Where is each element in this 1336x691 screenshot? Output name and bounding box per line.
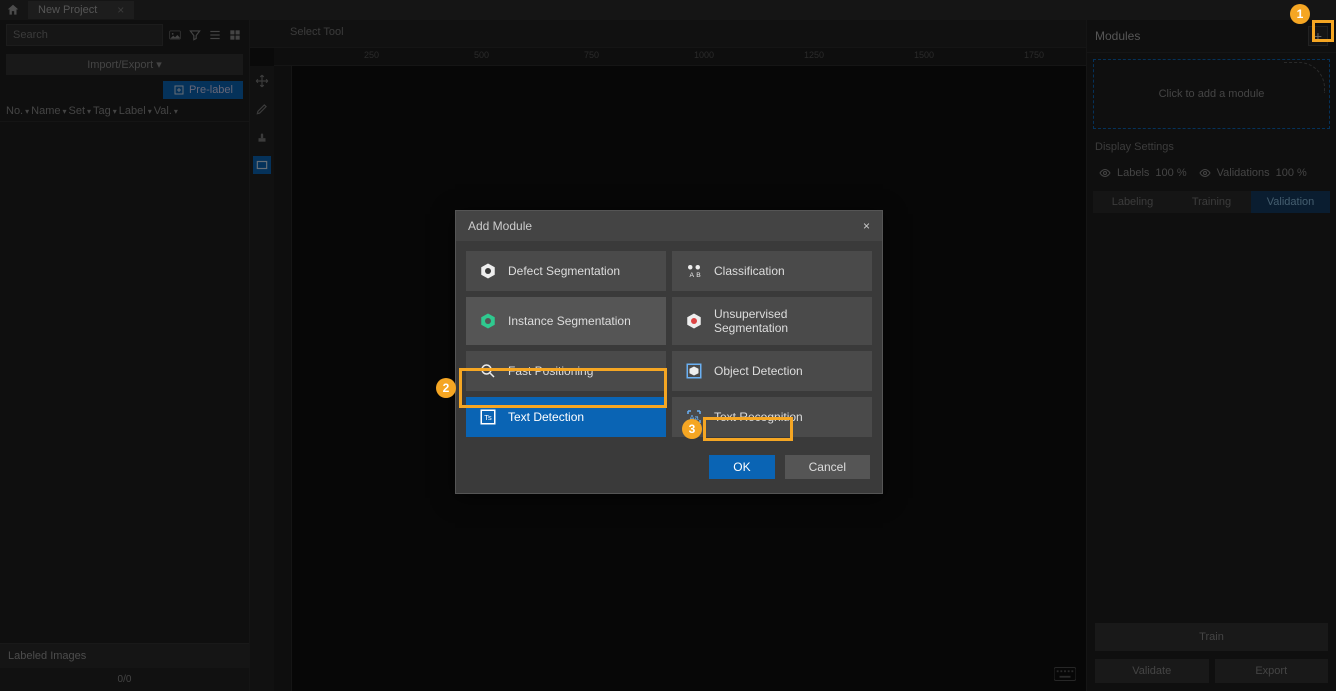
dialog-title: Add Module: [468, 219, 532, 233]
nut-green-icon: [478, 311, 498, 331]
select-tool-label: Select Tool: [250, 20, 1086, 48]
display-settings-label: Display Settings: [1087, 135, 1336, 159]
train-button[interactable]: Train: [1095, 623, 1328, 651]
module-classification[interactable]: AB Classification: [672, 251, 872, 291]
validations-visibility[interactable]: Validations 100 %: [1199, 167, 1307, 179]
module-text-recognition[interactable]: Aa Text Recognition: [672, 397, 872, 437]
eye-icon: [1099, 167, 1111, 179]
module-text-detection[interactable]: Ts Text Detection: [466, 397, 666, 437]
col-set[interactable]: Set▾: [69, 105, 92, 117]
detection-icon: [684, 361, 704, 381]
list-icon[interactable]: [207, 27, 223, 43]
module-object-detection[interactable]: Object Detection: [672, 351, 872, 391]
stamp-tool-icon[interactable]: [253, 128, 271, 146]
tool-strip: [250, 66, 274, 691]
badge-3: 3: [682, 419, 702, 439]
left-panel: Import/Export ▾ Pre-label No.▾ Name▾ Set…: [0, 20, 250, 691]
tab-validation[interactable]: Validation: [1251, 191, 1330, 213]
ruler-vertical: [274, 66, 292, 691]
module-defect-segmentation[interactable]: Defect Segmentation: [466, 251, 666, 291]
close-tab-icon[interactable]: ×: [117, 3, 124, 17]
tab-training[interactable]: Training: [1172, 191, 1251, 213]
tab-labeling[interactable]: Labeling: [1093, 191, 1172, 213]
ok-button[interactable]: OK: [709, 455, 774, 479]
eye-icon: [1199, 167, 1211, 179]
move-tool-icon[interactable]: [253, 72, 271, 90]
col-label[interactable]: Label▾: [119, 105, 152, 117]
image-icon[interactable]: [167, 27, 183, 43]
ruler-horizontal: 250 500 750 1000 1250 1500 1750: [274, 48, 1086, 66]
module-instance-segmentation[interactable]: Instance Segmentation: [466, 297, 666, 345]
search-bar: [0, 20, 249, 50]
modules-label: Modules: [1095, 29, 1140, 43]
dialog-footer: OK Cancel: [456, 447, 882, 493]
right-panel: Modules + Click to add a module Display …: [1086, 20, 1336, 691]
pen-tool-icon[interactable]: [253, 100, 271, 118]
modules-header: Modules +: [1087, 20, 1336, 53]
text-detect-icon: Ts: [478, 407, 498, 427]
filter-icon[interactable]: [187, 27, 203, 43]
classification-icon: AB: [684, 261, 704, 281]
prelabel-label: Pre-label: [189, 84, 233, 96]
display-settings: Labels 100 % Validations 100 %: [1087, 159, 1336, 187]
nut-red-icon: [684, 311, 704, 331]
svg-text:B: B: [696, 272, 701, 279]
svg-text:Ts: Ts: [484, 413, 492, 422]
project-tab[interactable]: New Project ×: [28, 1, 134, 19]
add-module-hint: Click to add a module: [1159, 88, 1265, 100]
import-export-button[interactable]: Import/Export ▾: [6, 54, 243, 75]
titlebar: New Project ×: [0, 0, 1336, 20]
export-button[interactable]: Export: [1215, 659, 1329, 683]
mode-tabs: Labeling Training Validation: [1093, 191, 1330, 213]
rect-tool-icon[interactable]: [253, 156, 271, 174]
dialog-header: Add Module ×: [456, 211, 882, 241]
add-module-placeholder[interactable]: Click to add a module: [1093, 59, 1330, 129]
svg-text:A: A: [690, 272, 695, 279]
module-unsupervised-segmentation[interactable]: Unsupervised Segmentation: [672, 297, 872, 345]
labeled-images-label: Labeled Images: [0, 643, 249, 668]
badge-2: 2: [436, 378, 456, 398]
col-val[interactable]: Val.▾: [154, 105, 178, 117]
keyboard-icon[interactable]: [1054, 667, 1076, 681]
progress-label: 0/0: [0, 668, 249, 691]
module-fast-positioning[interactable]: Fast Positioning: [466, 351, 666, 391]
labels-visibility[interactable]: Labels 100 %: [1099, 167, 1187, 179]
cancel-button[interactable]: Cancel: [785, 455, 870, 479]
module-grid: Defect Segmentation AB Classification In…: [456, 241, 882, 447]
column-headers: No.▾ Name▾ Set▾ Tag▾ Label▾ Val.▾: [0, 101, 249, 122]
close-icon[interactable]: ×: [863, 219, 870, 233]
search-icon: [478, 361, 498, 381]
home-icon[interactable]: [6, 3, 20, 17]
grid-icon[interactable]: [227, 27, 243, 43]
col-tag[interactable]: Tag▾: [93, 105, 117, 117]
prelabel-button[interactable]: Pre-label: [163, 81, 243, 99]
validate-button[interactable]: Validate: [1095, 659, 1209, 683]
add-module-button[interactable]: +: [1308, 26, 1328, 46]
add-module-dialog: Add Module × Defect Segmentation AB Clas…: [455, 210, 883, 494]
badge-1: 1: [1290, 4, 1310, 24]
nut-icon: [478, 261, 498, 281]
project-tab-label: New Project: [38, 4, 97, 16]
col-no[interactable]: No.▾: [6, 105, 29, 117]
col-name[interactable]: Name▾: [31, 105, 66, 117]
search-input[interactable]: [6, 24, 163, 46]
